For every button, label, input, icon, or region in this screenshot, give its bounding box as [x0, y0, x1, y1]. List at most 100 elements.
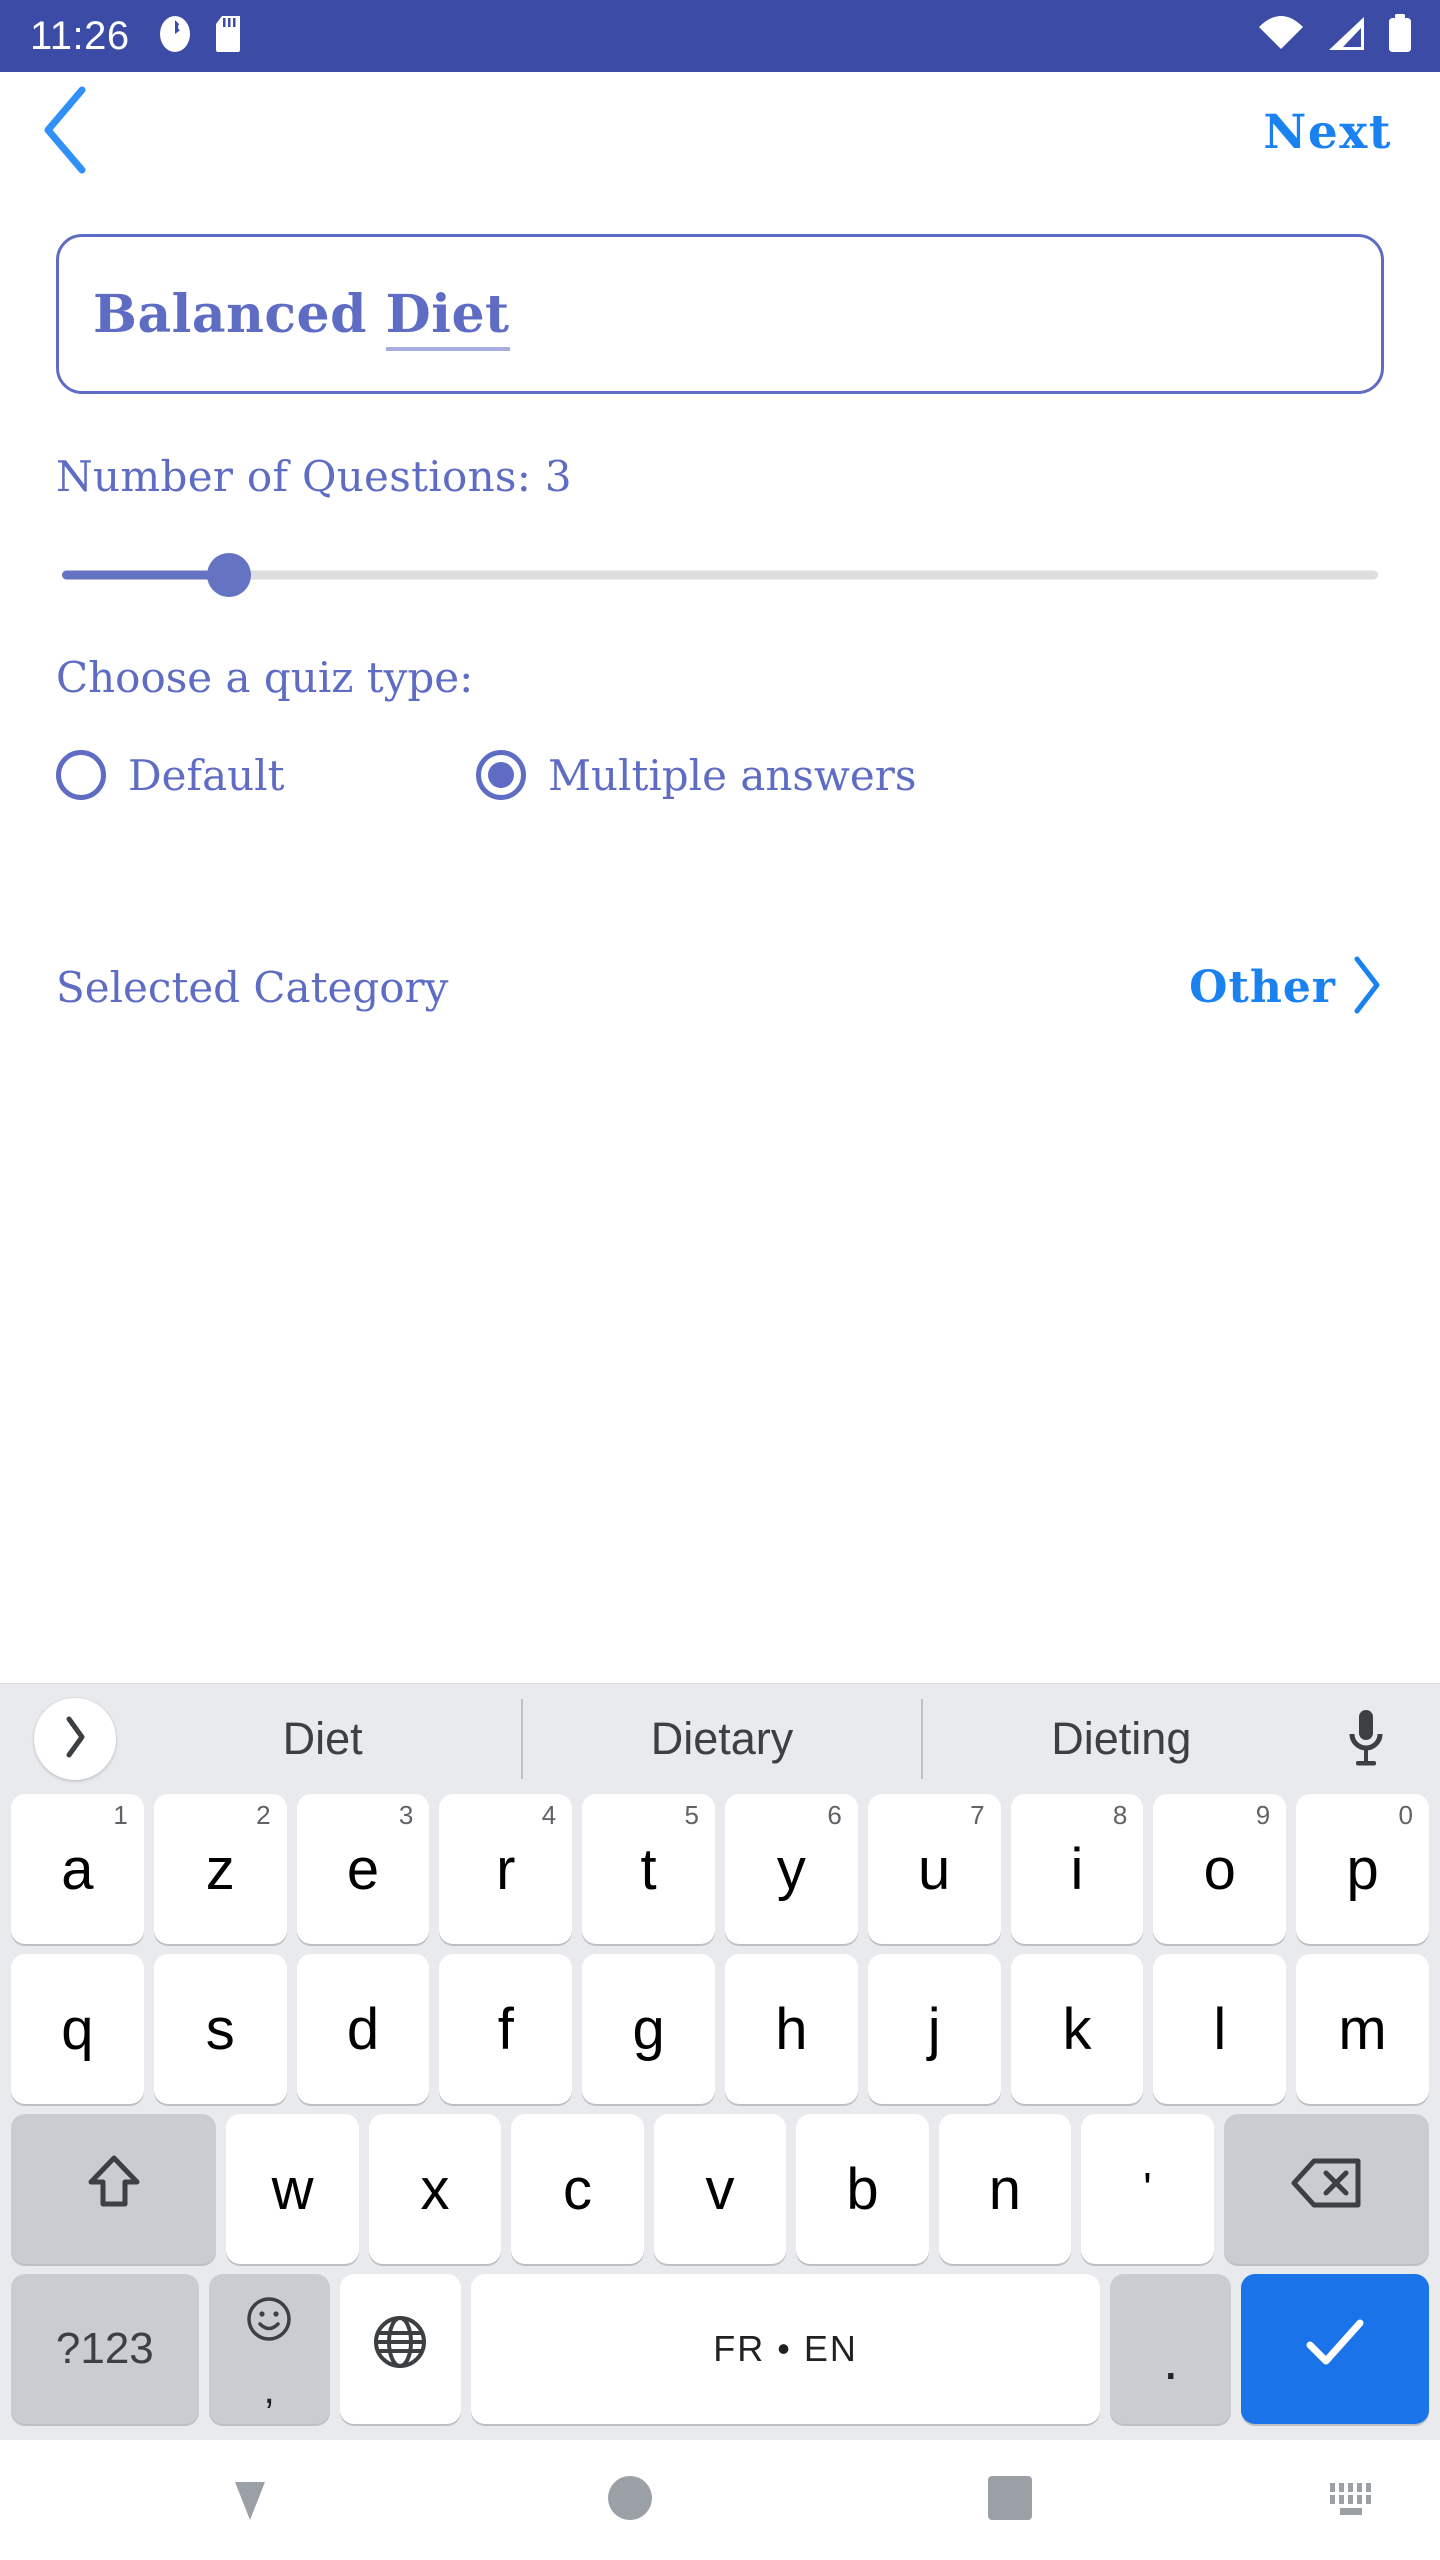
- key-v[interactable]: v: [653, 2114, 787, 2264]
- key-s[interactable]: s: [153, 1954, 287, 2104]
- radio-label-multiple-answers: Multiple answers: [548, 750, 917, 800]
- clock-face-icon: [158, 14, 192, 59]
- suggestion-item[interactable]: Dietary: [523, 1699, 920, 1779]
- recents-square-icon: [986, 2474, 1034, 2527]
- phone-screen: 11:26 Next Balanced Diet Number of Quest…: [0, 0, 1440, 2560]
- key-label: a: [61, 1836, 94, 1902]
- chevron-right-icon: [1350, 954, 1384, 1021]
- comma-label: ,: [263, 2367, 275, 2412]
- backspace-key[interactable]: [1223, 2114, 1429, 2264]
- slider-track: [62, 570, 1378, 580]
- key-alt-label: 5: [684, 1800, 699, 1830]
- slider-fill: [62, 570, 230, 580]
- checkmark-icon: [1304, 2316, 1366, 2383]
- key-label: e: [346, 1836, 380, 1902]
- selected-category-value-group: Other: [1189, 954, 1384, 1021]
- key-j[interactable]: j: [867, 1954, 1001, 2104]
- key-label: i: [1070, 1836, 1084, 1902]
- back-button[interactable]: [38, 86, 116, 178]
- key-y[interactable]: 6y: [724, 1794, 858, 1944]
- key-f[interactable]: f: [439, 1954, 573, 2104]
- symbols-key[interactable]: ?123: [11, 2274, 199, 2424]
- chevron-left-icon: [38, 84, 92, 181]
- key-q[interactable]: q: [11, 1954, 144, 2104]
- home-circle-icon: [606, 2474, 654, 2527]
- soft-keyboard: Diet Dietary Dieting 1a2z3e4r5t6y7u8i9o0p …: [0, 1683, 1440, 2440]
- app-bar: Next: [0, 72, 1440, 192]
- suggestion-bar: Diet Dietary Dieting: [0, 1684, 1440, 1794]
- keyboard-row-3: w x c v b n ': [0, 2114, 1440, 2264]
- suggestions-expand-button[interactable]: [34, 1698, 116, 1780]
- key-g[interactable]: g: [582, 1954, 715, 2104]
- key-n[interactable]: n: [938, 2114, 1072, 2264]
- key-h[interactable]: h: [724, 1954, 858, 2104]
- back-down-triangle-icon: [227, 2474, 273, 2527]
- quiz-title-input[interactable]: Balanced Diet: [56, 234, 1384, 394]
- keyboard-row-2: qsdfghjklm: [0, 1954, 1440, 2104]
- radio-option-default[interactable]: Default: [56, 744, 476, 806]
- key-u[interactable]: 7u: [867, 1794, 1001, 1944]
- home-button[interactable]: [440, 2440, 820, 2560]
- key-w[interactable]: w: [226, 2114, 359, 2264]
- quiz-title-composing-word: Diet: [385, 283, 510, 351]
- emoji-comma-key[interactable]: ,: [208, 2274, 330, 2424]
- recents-button[interactable]: [820, 2440, 1200, 2560]
- key-o[interactable]: 9o: [1153, 1794, 1287, 1944]
- period-key[interactable]: .: [1110, 2274, 1232, 2424]
- space-key[interactable]: FR • EN: [470, 2274, 1101, 2424]
- key-r[interactable]: 4r: [439, 1794, 573, 1944]
- key-alt-label: 9: [1255, 1800, 1271, 1830]
- suggestion-list: Diet Dietary Dieting: [124, 1699, 1320, 1779]
- key-z[interactable]: 2z: [153, 1794, 287, 1944]
- chevron-right-icon: [60, 1714, 90, 1765]
- key-alt-label: 8: [1112, 1800, 1128, 1830]
- radio-option-multiple-answers[interactable]: Multiple answers: [476, 744, 916, 806]
- quiz-type-label: Choose a quiz type:: [56, 653, 474, 702]
- smiley-face-icon: [246, 2289, 292, 2356]
- key-label: u: [918, 1836, 951, 1902]
- key-apostrophe[interactable]: ': [1081, 2114, 1214, 2264]
- key-x[interactable]: x: [368, 2114, 502, 2264]
- status-notification-icons: [158, 14, 242, 59]
- key-l[interactable]: l: [1153, 1954, 1287, 2104]
- key-label: t: [640, 1836, 657, 1902]
- key-alt-label: 4: [541, 1800, 557, 1830]
- question-count-slider[interactable]: [56, 545, 1384, 605]
- quiz-settings-form: Balanced Diet Number of Questions: 3 Cho…: [0, 192, 1440, 1683]
- radio-dot-selected: [488, 762, 514, 788]
- ime-switcher-button[interactable]: [1200, 2440, 1380, 2560]
- quiz-type-radio-group: Default Multiple answers: [56, 744, 1384, 806]
- selected-category-value: Other: [1189, 962, 1336, 1013]
- suggestion-item[interactable]: Diet: [124, 1699, 521, 1779]
- battery-full-icon: [1386, 13, 1414, 59]
- key-p[interactable]: 0p: [1296, 1794, 1429, 1944]
- hide-keyboard-button[interactable]: [60, 2440, 440, 2560]
- key-i[interactable]: 8i: [1010, 1794, 1144, 1944]
- voice-input-button[interactable]: [1320, 1707, 1412, 1772]
- key-e[interactable]: 3e: [296, 1794, 430, 1944]
- key-k[interactable]: k: [1010, 1954, 1144, 2104]
- next-button[interactable]: Next: [1255, 99, 1400, 166]
- key-label: r: [496, 1836, 516, 1902]
- status-clock: 11:26: [30, 13, 130, 58]
- key-t[interactable]: 5t: [582, 1794, 715, 1944]
- key-a[interactable]: 1a: [11, 1794, 144, 1944]
- key-alt-label: 7: [970, 1800, 985, 1830]
- language-switch-key[interactable]: [339, 2274, 461, 2424]
- key-m[interactable]: m: [1296, 1954, 1429, 2104]
- key-c[interactable]: c: [511, 2114, 644, 2264]
- cellular-signal-off-icon: [1324, 16, 1366, 57]
- quiz-title-value: Balanced Diet: [93, 283, 510, 351]
- key-label: o: [1203, 1836, 1236, 1902]
- selected-category-label: Selected Category: [56, 963, 449, 1012]
- key-alt-label: 3: [398, 1800, 414, 1830]
- key-b[interactable]: b: [796, 2114, 929, 2264]
- suggestion-item[interactable]: Dieting: [923, 1699, 1320, 1779]
- key-d[interactable]: d: [296, 1954, 430, 2104]
- slider-thumb[interactable]: [207, 553, 252, 597]
- key-label: y: [776, 1836, 806, 1902]
- selected-category-row[interactable]: Selected Category Other: [56, 946, 1384, 1029]
- enter-key[interactable]: [1241, 2274, 1429, 2424]
- shift-key[interactable]: [11, 2114, 217, 2264]
- wifi-icon: [1258, 15, 1304, 57]
